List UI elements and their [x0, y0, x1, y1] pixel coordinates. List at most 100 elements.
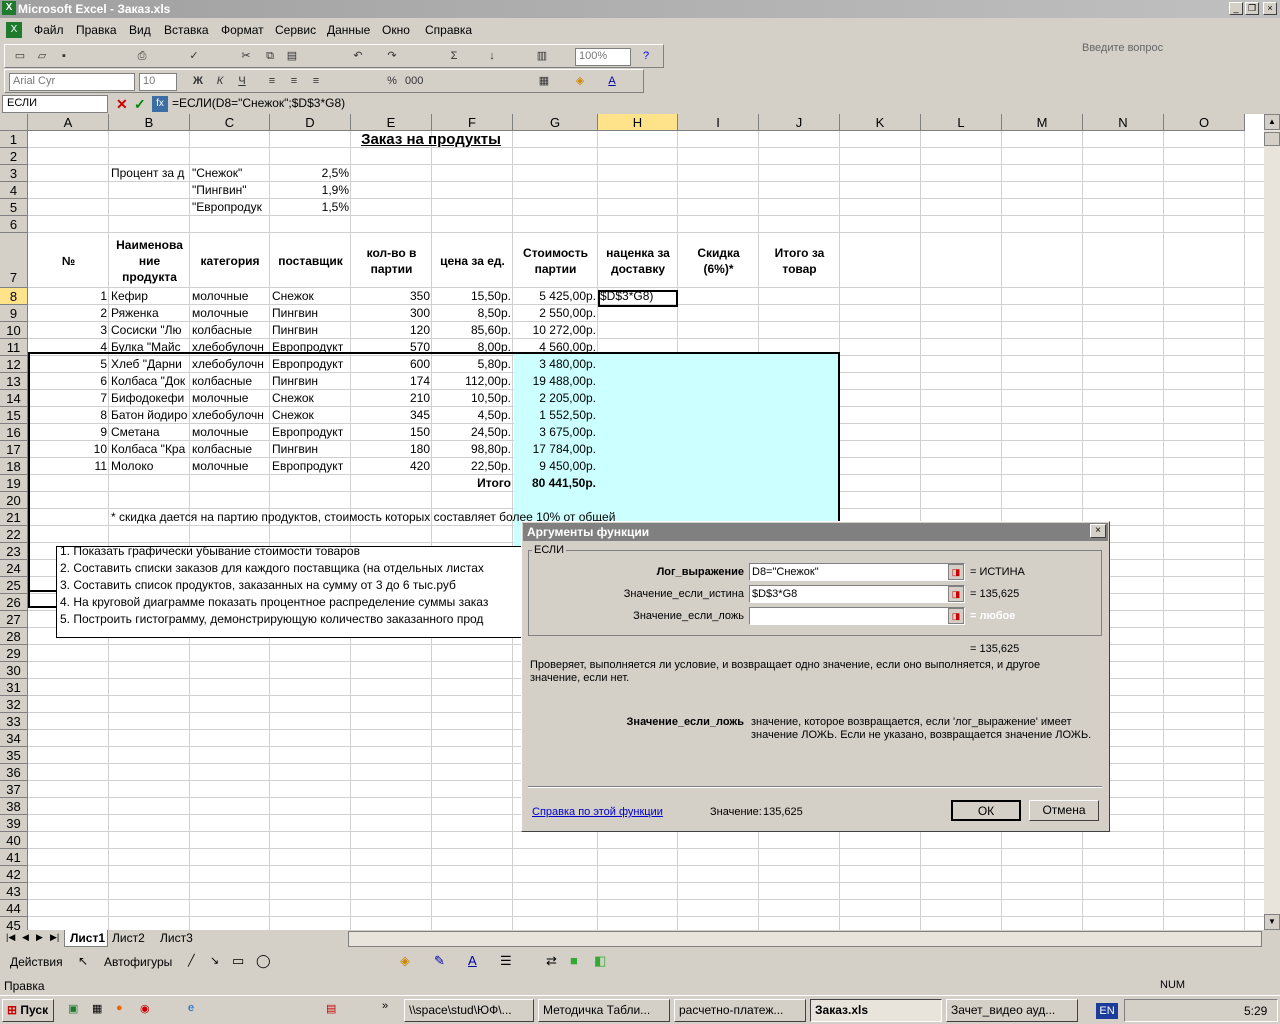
align-left-icon[interactable]: ≡	[263, 73, 281, 90]
row-header[interactable]: 32	[0, 696, 28, 713]
table-cell[interactable]	[598, 339, 678, 356]
table-cell[interactable]: 1 552,50р.	[513, 407, 598, 424]
table-cell[interactable]	[598, 373, 678, 390]
column-header[interactable]: G	[513, 114, 598, 131]
quicklaunch-ie-icon[interactable]: e	[188, 1002, 194, 1014]
row-header[interactable]: 19	[0, 475, 28, 492]
supplier-percent[interactable]: 2,5%	[270, 165, 351, 182]
row-header[interactable]: 1	[0, 131, 28, 148]
table-cell[interactable]: 6	[28, 373, 109, 390]
autoshapes-menu[interactable]: Автофигуры	[104, 955, 172, 969]
quicklaunch-firefox-icon[interactable]: ●	[116, 1002, 123, 1014]
table-cell[interactable]: 4,50р.	[432, 407, 513, 424]
table-cell[interactable]: Европродукт	[270, 424, 351, 441]
table-header[interactable]: поставщик	[270, 233, 351, 288]
table-cell[interactable]: 5 425,00р.	[513, 288, 598, 305]
table-cell[interactable]: 2 550,00р.	[513, 305, 598, 322]
close-button[interactable]: ×	[1263, 2, 1277, 15]
total-label[interactable]: Итого	[432, 475, 513, 492]
ok-button[interactable]: ОК	[951, 800, 1021, 821]
table-cell[interactable]: хлебобулочн	[190, 339, 270, 356]
column-header[interactable]: D	[270, 114, 351, 131]
row-header[interactable]: 41	[0, 849, 28, 866]
task-word-1[interactable]: Методичка Табли...	[538, 999, 670, 1022]
table-header[interactable]: цена за ед.	[432, 233, 513, 288]
underline-icon[interactable]: Ч	[233, 73, 251, 90]
task-word-2[interactable]: расчетно-платеж...	[674, 999, 806, 1022]
table-cell[interactable]: Пингвин	[270, 441, 351, 458]
table-header[interactable]: кол-во в партии	[351, 233, 432, 288]
table-cell[interactable]: 17 784,00р.	[513, 441, 598, 458]
table-cell[interactable]: Пингвин	[270, 373, 351, 390]
autosum-icon[interactable]: Σ	[445, 48, 463, 65]
row-header[interactable]: 44	[0, 900, 28, 917]
table-cell[interactable]: Европродукт	[270, 339, 351, 356]
row-header[interactable]: 25	[0, 577, 28, 594]
new-icon[interactable]: ▭	[11, 48, 29, 65]
draw-fill-icon[interactable]: ◈	[400, 953, 410, 969]
arg-input-true[interactable]: $D$3*G8	[749, 585, 965, 603]
table-cell[interactable]: Сосиски "Лю	[109, 322, 190, 339]
draw-actions-menu[interactable]: Действия	[10, 955, 63, 969]
save-icon[interactable]: ▪	[55, 48, 73, 65]
table-cell[interactable]: 4	[28, 339, 109, 356]
select-arrow-icon[interactable]: ↖	[78, 954, 88, 968]
supplier-name[interactable]: "Пингвин"	[190, 182, 270, 199]
table-cell[interactable]: 150	[351, 424, 432, 441]
menu-view[interactable]: Вид	[129, 23, 151, 37]
table-cell[interactable]: Бифодокефи	[109, 390, 190, 407]
cut-icon[interactable]: ✂	[237, 48, 255, 65]
table-cell[interactable]: 3	[28, 322, 109, 339]
horizontal-scrollbar[interactable]	[348, 931, 1262, 947]
row-header[interactable]: 27	[0, 611, 28, 628]
column-header[interactable]: E	[351, 114, 432, 131]
table-cell[interactable]: Батон йодиро	[109, 407, 190, 424]
row-header[interactable]: 9	[0, 305, 28, 322]
table-cell[interactable]: 300	[351, 305, 432, 322]
task-item[interactable]: 5. Построить гистограмму, демонстрирующу…	[58, 611, 520, 628]
table-cell[interactable]: 120	[351, 322, 432, 339]
row-header[interactable]: 40	[0, 832, 28, 849]
scroll-thumb[interactable]	[1264, 132, 1280, 146]
discount-note[interactable]: * скидка дается на партию продуктов, сто…	[109, 509, 615, 526]
row-header[interactable]: 43	[0, 883, 28, 900]
line-style-icon[interactable]: ☰	[500, 953, 512, 969]
cancel-icon[interactable]: ✕	[116, 96, 128, 113]
sheet-tab-1[interactable]: Лист1	[64, 930, 108, 947]
rectangle-icon[interactable]: ▭	[232, 953, 244, 969]
row-header[interactable]: 45	[0, 917, 28, 930]
table-cell[interactable]	[598, 424, 678, 441]
select-all-corner[interactable]	[0, 114, 28, 131]
column-header[interactable]: M	[1002, 114, 1083, 131]
table-cell[interactable]: 10 272,00р.	[513, 322, 598, 339]
collapse-icon[interactable]: ◨	[948, 586, 964, 602]
row-header[interactable]: 36	[0, 764, 28, 781]
collapse-icon[interactable]: ◨	[948, 608, 964, 624]
menu-data[interactable]: Данные	[327, 23, 370, 37]
arrow-style-icon[interactable]: ⇄	[546, 953, 557, 969]
table-cell[interactable]: 19 488,00р.	[513, 373, 598, 390]
task-item[interactable]: 1. Показать графически убывание стоимост…	[58, 543, 520, 560]
table-cell[interactable]: Сметана	[109, 424, 190, 441]
table-cell[interactable]: 8	[28, 407, 109, 424]
enter-icon[interactable]: ✓	[134, 96, 146, 113]
3d-icon[interactable]: ◧	[594, 953, 606, 969]
table-cell[interactable]: 2	[28, 305, 109, 322]
row-header[interactable]: 33	[0, 713, 28, 730]
row-header[interactable]: 28	[0, 628, 28, 645]
table-cell[interactable]: 9	[28, 424, 109, 441]
spelling-icon[interactable]: ✓	[185, 48, 203, 65]
menu-help[interactable]: Справка	[425, 23, 472, 37]
table-cell[interactable]: 85,60р.	[432, 322, 513, 339]
table-cell[interactable]: 5	[28, 356, 109, 373]
table-cell[interactable]: 4 560,00р.	[513, 339, 598, 356]
table-cell[interactable]: хлебобулочн	[190, 407, 270, 424]
vertical-scrollbar[interactable]: ▲ ▼	[1264, 114, 1280, 930]
undo-icon[interactable]: ↶	[349, 48, 367, 65]
row-header[interactable]: 3	[0, 165, 28, 182]
borders-icon[interactable]: ▦	[535, 73, 553, 90]
first-sheet-arrow[interactable]: |◀	[6, 932, 15, 943]
table-cell[interactable]: 180	[351, 441, 432, 458]
row-header[interactable]: 18	[0, 458, 28, 475]
row-header[interactable]: 21	[0, 509, 28, 526]
